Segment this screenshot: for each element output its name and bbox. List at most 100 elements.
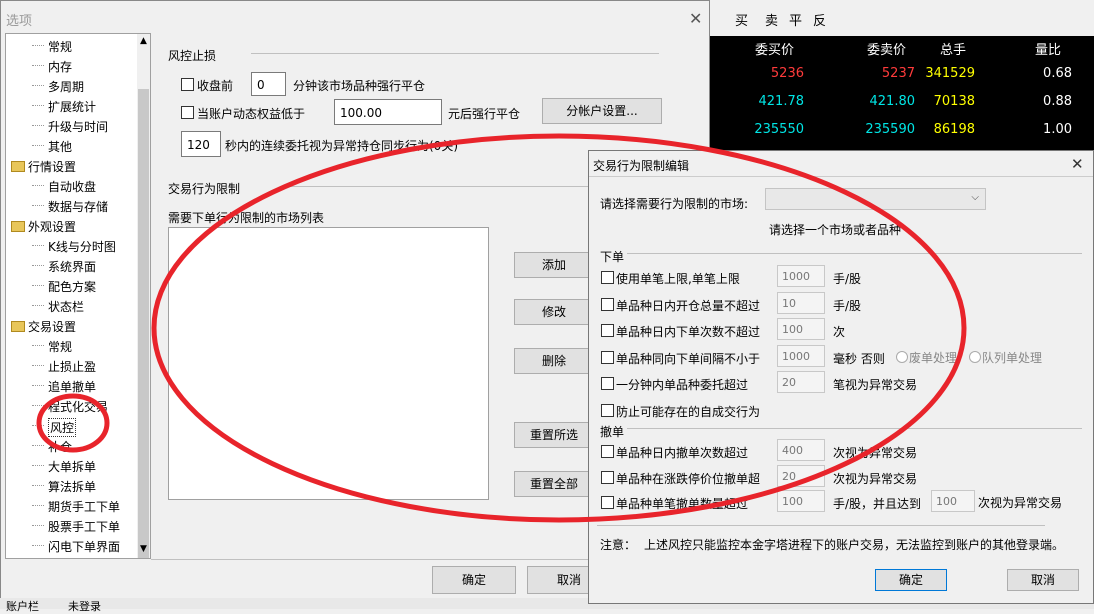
reset-all-button[interactable]: 重置全部 [514,471,594,497]
sell-button[interactable]: 卖 [765,10,778,29]
tree-connector [32,205,44,206]
rule-checkbox[interactable] [601,445,614,458]
reverse-button[interactable]: 反 [813,10,826,29]
delete-button[interactable]: 删除 [514,348,594,374]
rule-checkbox[interactable] [601,403,614,417]
rule-label: 使用单笔上限,单笔上限 [616,272,740,286]
sub-cancel-button[interactable]: 取消 [1007,569,1079,591]
add-button[interactable]: 添加 [514,252,594,278]
tree-item[interactable]: 扩展统计 [48,98,96,115]
rule-value-input[interactable]: 100 [777,318,825,340]
close-icon[interactable]: ✕ [689,9,702,28]
sub-account-settings-button[interactable]: 分帐户设置... [542,98,662,124]
tree-connector [32,145,44,146]
tree-item[interactable]: 追单撤单 [48,378,96,395]
market-select[interactable]: ⌵ [765,188,986,210]
options-tree[interactable]: 常规 内存 多周期 扩展统计 升级与时间 其他 行情设置 自动收盘 数据与存储 外观设置 K线与分时… [5,33,151,559]
section-divider [288,186,588,187]
col-header-volume: 总手 [940,43,967,58]
quote-cell-volume: 341529 [925,66,975,81]
tree-item[interactable]: 行情设置 [28,158,76,175]
tree-connector [32,525,44,526]
tree-item[interactable]: 大单拆单 [48,458,96,475]
tree-item[interactable]: 升级与时间 [48,118,108,135]
tree-item[interactable]: 其他 [48,138,72,155]
tree-item[interactable]: 自动收盘 [48,178,96,195]
tree-connector [32,385,44,386]
equity-suffix: 元后强行平仓 [448,107,521,121]
rule-checkbox[interactable] [601,324,614,337]
equity-threshold-input[interactable]: 100.00 [334,99,442,125]
tree-item[interactable]: K线与分时图 [48,238,116,255]
note-label: 注意： [600,538,637,552]
tree-item[interactable]: 补仓 [48,438,72,455]
tree-item[interactable]: 系统界面 [48,258,96,275]
tree-item[interactable]: 交易设置 [28,318,76,335]
rule-value-input[interactable]: 100 [777,490,825,512]
tree-item[interactable]: 多周期 [48,78,84,95]
tree-connector [32,65,44,66]
buy-button[interactable]: 买 [735,10,748,29]
rule-label: 单品种在涨跌停价位撤单超 [616,471,761,486]
trade-limit-edit-dialog: 交易行为限制编辑 ✕ 请选择需要行为限制的市场: ⌵ 请选择一个市场或者品种 下… [588,150,1094,604]
tree-connector [32,265,44,266]
tree-item[interactable]: 外观设置 [28,218,76,235]
tree-item[interactable]: 算法拆单 [48,478,96,495]
rule-label: 单品种日内开仓总量不超过 [616,298,761,313]
queue-order-radio[interactable] [969,351,981,363]
tree-item[interactable]: 闪电下单界面 [48,538,120,555]
sub-ok-button[interactable]: 确定 [875,569,947,591]
before-close-minutes-input[interactable]: 0 [251,72,286,96]
rule-unit: 手/股 [833,272,862,286]
cancel-section-title: 撤单 [600,425,625,439]
scrollbar-thumb[interactable] [138,89,149,558]
tree-item[interactable]: 程式化交易 [48,398,108,415]
tree-connector [32,345,44,346]
rule-checkbox[interactable] [601,271,614,284]
tree-item[interactable]: 数据与存储 [48,198,108,215]
tree-connector [32,185,44,186]
tree-item[interactable]: 常规 [48,38,72,55]
rule-unit: 次视为异常交易 [833,471,918,486]
scroll-up-icon[interactable]: ▲ [140,36,147,46]
tree-item[interactable]: 配色方案 [48,278,96,295]
before-close-checkbox[interactable] [181,78,194,91]
quote-cell-volume: 70138 [933,94,975,109]
equity-checkbox[interactable] [181,106,194,119]
market-list[interactable] [168,227,489,500]
tree-connector [32,125,44,126]
rule-checkbox[interactable] [601,377,614,390]
reset-selected-button[interactable]: 重置所选 [514,422,594,448]
tree-connector [32,545,44,546]
market-list-label: 需要下单行为限制的市场列表 [168,211,325,225]
rule-unit: 笔视为异常交易 [833,378,918,392]
before-close-label: 收盘前 [197,79,234,93]
close-icon[interactable]: ✕ [1071,155,1084,173]
rule-checkbox[interactable] [601,297,614,311]
close-position-button[interactable]: 平 [789,10,802,29]
tree-item[interactable]: 常规 [48,338,72,355]
modify-button[interactable]: 修改 [514,299,594,325]
tree-item[interactable]: 期货手工下单 [48,498,120,515]
rule-checkbox[interactable] [601,496,614,509]
rule-value-input[interactable]: 20 [777,464,825,487]
tree-item[interactable]: 止损止盈 [48,358,96,375]
rule-checkbox[interactable] [601,350,614,364]
rule-value-input[interactable]: 20 [777,371,825,393]
rule-value-input[interactable]: 1000 [777,265,825,287]
cancel-count-threshold-input[interactable]: 100 [931,490,975,512]
sync-seconds-input[interactable]: 120 [181,131,221,157]
rule-value-input[interactable]: 1000 [777,344,825,367]
scroll-down-icon[interactable]: ▼ [140,544,147,554]
tree-item[interactable]: 状态栏 [48,298,84,315]
rule-value-input[interactable]: 10 [777,291,825,314]
market-select-label: 请选择需要行为限制的市场: [600,197,749,211]
tree-item[interactable]: 内存 [48,58,72,75]
rule-checkbox[interactable] [601,470,614,484]
sync-suffix: 秒内的连续委托视为异常持仓同步行为(0关) [225,139,458,153]
rule-value-input[interactable]: 400 [777,439,825,461]
tree-item-risk-control[interactable]: 风控 [48,418,77,437]
ok-button[interactable]: 确定 [432,566,516,594]
tree-item[interactable]: 股票手工下单 [48,518,120,535]
discard-order-radio[interactable] [896,351,908,363]
